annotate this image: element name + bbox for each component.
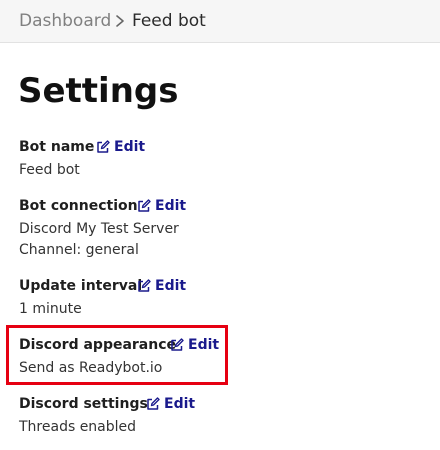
discord-settings-edit-link[interactable]: Edit — [146, 395, 195, 413]
bot-connection-value: Discord My Test Server — [19, 221, 179, 237]
discord-appearance-value: Send as Readybot.io — [19, 360, 163, 376]
bot-connection-label: Bot connection — [19, 198, 138, 214]
update-interval-label: Update interval — [19, 278, 143, 294]
bot-name-value: Feed bot — [19, 162, 80, 178]
update-interval-value: 1 minute — [19, 301, 82, 317]
bot-name-label: Bot name — [19, 139, 95, 155]
bot-connection-edit-label: Edit — [155, 198, 187, 214]
bot-name-edit-link[interactable]: Edit — [96, 138, 145, 156]
edit-icon — [97, 140, 110, 153]
chevron-right-icon — [116, 15, 124, 27]
bot-name-edit-label: Edit — [114, 139, 146, 155]
discord-settings-edit-label: Edit — [164, 396, 196, 412]
discord-appearance-edit-label: Edit — [188, 337, 220, 353]
update-interval-edit-link[interactable]: Edit — [137, 277, 186, 295]
page-title: Settings — [18, 71, 179, 111]
discord-settings-value: Threads enabled — [19, 419, 137, 435]
breadcrumb-dashboard-link[interactable]: Dashboard — [19, 11, 111, 31]
edit-icon — [147, 397, 160, 410]
edit-icon — [138, 279, 151, 292]
discord-appearance-label: Discord appearance — [19, 337, 177, 353]
bot-connection-channel: Channel: general — [19, 242, 139, 258]
bot-connection-edit-link[interactable]: Edit — [137, 197, 186, 215]
discord-appearance-edit-link[interactable]: Edit — [170, 336, 219, 354]
update-interval-edit-label: Edit — [155, 278, 187, 294]
edit-icon — [171, 338, 184, 351]
discord-settings-label: Discord settings — [19, 396, 148, 412]
breadcrumb-current: Feed bot — [132, 11, 206, 31]
edit-icon — [138, 199, 151, 212]
breadcrumb: Dashboard Feed bot — [0, 0, 440, 43]
